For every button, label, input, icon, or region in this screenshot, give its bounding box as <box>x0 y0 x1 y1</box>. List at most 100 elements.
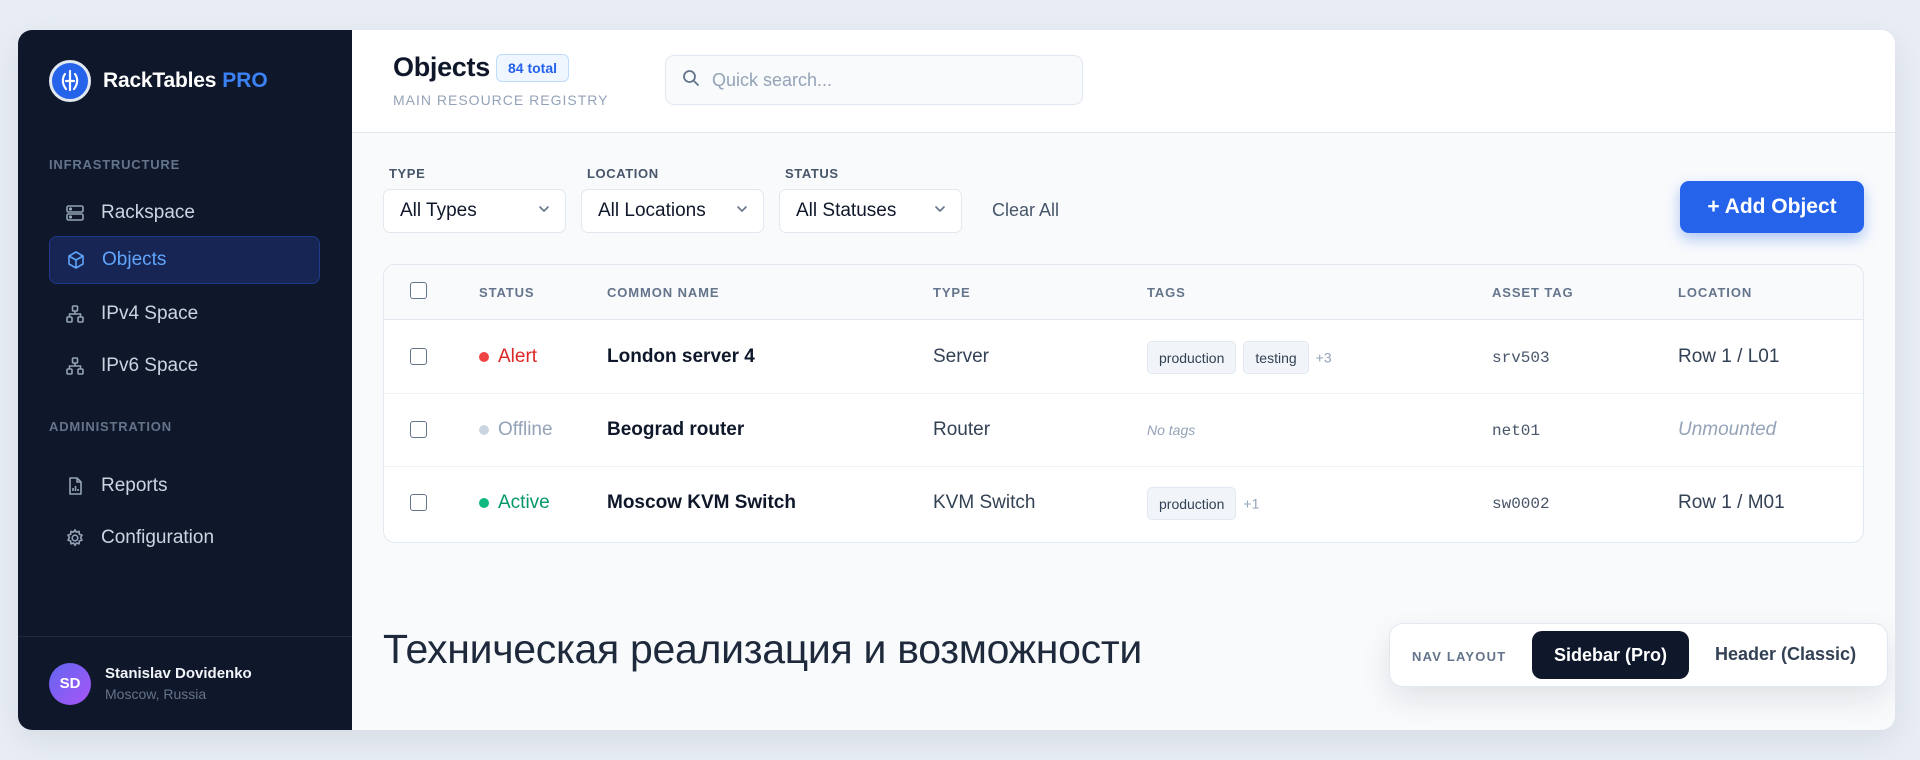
status-cell: Active <box>479 492 550 514</box>
sidebar-item-rackspace[interactable]: Rackspace <box>49 189 320 237</box>
object-name-link[interactable]: Beograd router <box>607 419 744 441</box>
sidebar-item-label: IPv6 Space <box>101 355 199 376</box>
app-window: RackTables PRO INFRASTRUCTURE Rackspace O… <box>18 30 1895 730</box>
search-box[interactable] <box>665 55 1083 105</box>
object-name-link[interactable]: London server 4 <box>607 346 755 368</box>
tags-cell: production testing +3 <box>1147 341 1332 374</box>
section-heading: Техническая реализация и возможности <box>383 626 1142 672</box>
row-checkbox[interactable] <box>410 348 427 365</box>
column-header-status[interactable]: STATUS <box>479 285 534 300</box>
logo-icon <box>49 60 91 102</box>
chevron-down-icon <box>537 200 551 222</box>
type-select-value: All Types <box>400 200 477 221</box>
sidebar-item-reports[interactable]: Reports <box>49 462 320 510</box>
object-name-link[interactable]: Moscow KVM Switch <box>607 492 796 514</box>
no-tags-text: No tags <box>1147 422 1196 438</box>
clear-all-button[interactable]: Clear All <box>992 200 1059 221</box>
filter-status-label: STATUS <box>785 166 839 181</box>
tags-cell: production +1 <box>1147 487 1259 520</box>
user-name: Stanislav Dovidenko <box>105 665 252 682</box>
type-select[interactable]: All Types <box>383 189 566 233</box>
select-all-checkbox[interactable] <box>410 282 427 299</box>
section-title-infrastructure: INFRASTRUCTURE <box>49 157 181 172</box>
type-cell: Server <box>933 346 989 367</box>
table-row[interactable]: Offline Beograd router Router No tags ne… <box>384 394 1863 467</box>
column-header-type[interactable]: TYPE <box>933 285 971 300</box>
gear-icon <box>65 528 85 548</box>
row-checkbox[interactable] <box>410 421 427 438</box>
asset-tag-cell: srv503 <box>1492 349 1550 367</box>
nav-layout-option-sidebar[interactable]: Sidebar (Pro) <box>1532 631 1689 679</box>
nav-layout-option-header[interactable]: Header (Classic) <box>1715 644 1856 665</box>
column-header-tags[interactable]: TAGS <box>1147 285 1186 300</box>
sidebar-item-label: IPv4 Space <box>101 303 199 324</box>
network-icon <box>65 356 85 376</box>
sidebar-item-ipv4-space[interactable]: IPv4 Space <box>49 290 320 338</box>
tag-badge[interactable]: production <box>1147 487 1237 520</box>
column-header-asset-tag[interactable]: ASSET TAG <box>1492 285 1574 300</box>
sidebar: RackTables PRO INFRASTRUCTURE Rackspace O… <box>18 30 352 730</box>
status-label: Alert <box>498 346 538 367</box>
location-select[interactable]: All Locations <box>581 189 764 233</box>
topbar: Objects 84 total MAIN RESOURCE REGISTRY <box>352 30 1895 133</box>
report-icon <box>65 476 85 496</box>
chevron-down-icon <box>933 200 947 222</box>
page-title: Objects <box>393 52 490 82</box>
status-dot <box>479 425 489 435</box>
location-select-value: All Locations <box>598 200 706 221</box>
add-object-button[interactable]: + Add Object <box>1680 181 1864 233</box>
status-select-value: All Statuses <box>796 200 897 221</box>
user-location: Moscow, Russia <box>105 686 207 702</box>
table-row[interactable]: Active Moscow KVM Switch KVM Switch prod… <box>384 467 1863 540</box>
user-profile[interactable]: SD Stanislav Dovidenko Moscow, Russia <box>18 636 352 730</box>
objects-table: STATUS COMMON NAME TYPE TAGS ASSET TAG L… <box>383 264 1864 543</box>
cube-icon <box>66 250 86 270</box>
row-checkbox[interactable] <box>410 494 427 511</box>
table-header: STATUS COMMON NAME TYPE TAGS ASSET TAG L… <box>384 265 1863 320</box>
status-cell: Alert <box>479 346 537 368</box>
search-icon <box>682 69 700 92</box>
page-subtitle: MAIN RESOURCE REGISTRY <box>393 92 609 108</box>
count-badge: 84 total <box>496 54 570 82</box>
sidebar-item-label: Rackspace <box>101 202 195 223</box>
brand-suffix: PRO <box>222 69 268 92</box>
status-cell: Offline <box>479 419 553 441</box>
sidebar-item-objects[interactable]: Objects <box>49 236 320 284</box>
location-cell[interactable]: Row 1 / L01 <box>1678 346 1779 368</box>
search-input[interactable] <box>712 69 1052 91</box>
status-dot <box>479 498 489 508</box>
brand-name: RackTables <box>103 69 217 92</box>
location-cell: Unmounted <box>1678 419 1777 440</box>
more-tags-count[interactable]: +3 <box>1316 350 1332 366</box>
column-header-location[interactable]: LOCATION <box>1678 285 1752 300</box>
sidebar-item-configuration[interactable]: Configuration <box>49 514 320 562</box>
network-icon <box>65 304 85 324</box>
type-cell: Router <box>933 419 991 440</box>
asset-tag-cell: net01 <box>1492 422 1541 440</box>
more-tags-count[interactable]: +1 <box>1243 496 1259 512</box>
sidebar-item-ipv6-space[interactable]: IPv6 Space <box>49 342 320 390</box>
filter-location-label: LOCATION <box>587 166 659 181</box>
sidebar-item-label: Configuration <box>101 527 215 548</box>
table-row[interactable]: Alert London server 4 Server production t… <box>384 321 1863 394</box>
status-label: Active <box>498 492 550 513</box>
tag-badge[interactable]: testing <box>1243 341 1309 374</box>
section-title-administration: ADMINISTRATION <box>49 419 172 434</box>
location-cell[interactable]: Row 1 / M01 <box>1678 492 1785 514</box>
server-icon <box>65 203 85 223</box>
tag-badge[interactable]: production <box>1147 341 1237 374</box>
status-select[interactable]: All Statuses <box>779 189 962 233</box>
nav-layout-switcher: NAV LAYOUT Sidebar (Pro) Header (Classic… <box>1389 623 1888 687</box>
sidebar-item-label: Objects <box>102 249 167 270</box>
status-dot <box>479 352 489 362</box>
status-label: Offline <box>498 419 553 440</box>
nav-layout-label: NAV LAYOUT <box>1412 649 1507 664</box>
main-content: Objects 84 total MAIN RESOURCE REGISTRY … <box>352 30 1895 730</box>
type-cell: KVM Switch <box>933 492 1036 513</box>
brand[interactable]: RackTables PRO <box>49 60 268 102</box>
avatar: SD <box>49 662 91 705</box>
asset-tag-cell: sw0002 <box>1492 495 1550 513</box>
filter-type-label: TYPE <box>389 166 426 181</box>
sidebar-item-label: Reports <box>101 475 168 496</box>
column-header-common-name[interactable]: COMMON NAME <box>607 285 719 300</box>
